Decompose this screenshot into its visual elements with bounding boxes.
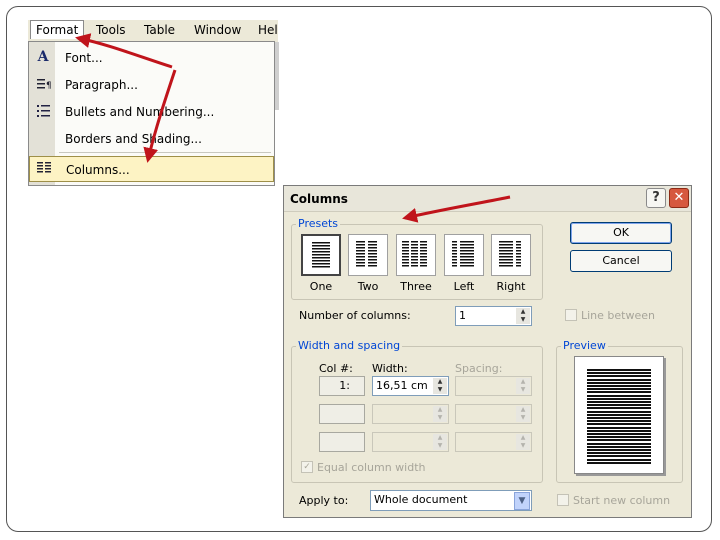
- arrow-to-presets: [402, 195, 511, 223]
- arrow-to-columns-item: [143, 69, 177, 163]
- annotation-arrows: [75, 33, 511, 223]
- arrow-to-format-menu: [75, 33, 173, 69]
